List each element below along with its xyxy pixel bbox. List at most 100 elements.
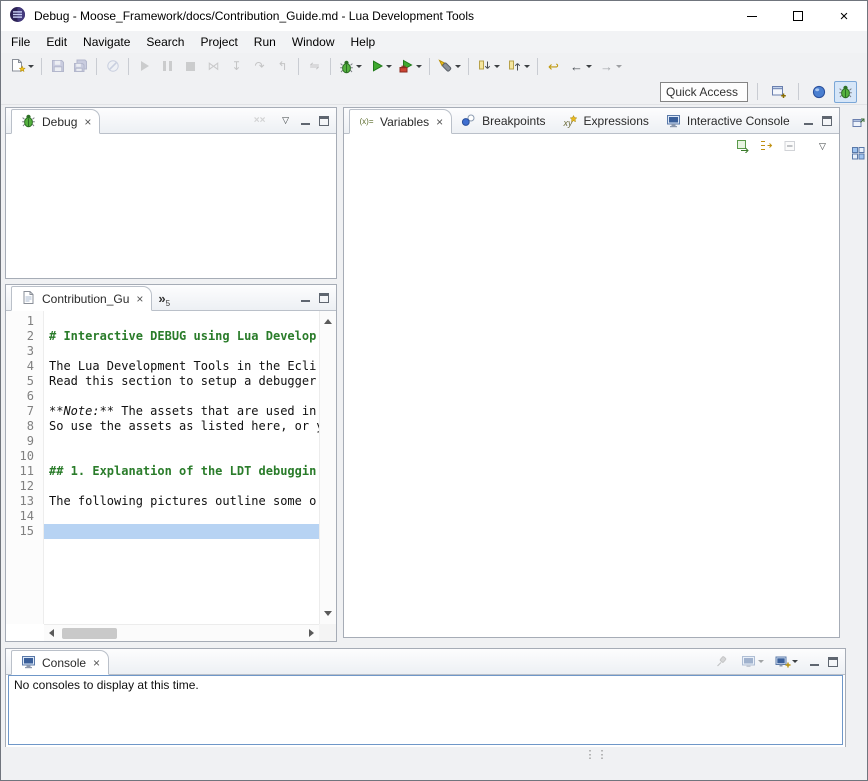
code-line: ## 1. Explanation of the LDT debuggin [49,464,319,479]
step-into-button[interactable]: ↧ [225,55,248,77]
step-over-button[interactable]: ↷ [248,55,271,77]
dropdown-arrow-icon[interactable] [416,65,422,68]
minimize-view-button[interactable] [300,293,311,303]
open-console-button[interactable] [771,651,801,673]
tab-debug[interactable]: Debug × [11,109,100,134]
scroll-up-icon[interactable] [324,319,332,324]
dropdown-arrow-icon[interactable] [386,65,392,68]
menu-help[interactable]: Help [343,32,384,52]
search-button[interactable] [434,55,464,77]
variables-view-content[interactable] [344,158,839,637]
step-return-button[interactable]: ↰ [271,55,294,77]
next-annotation-button[interactable] [473,55,503,77]
minimize-view-button[interactable] [809,657,820,667]
tab-breakpoints[interactable]: Breakpoints [452,108,553,133]
tab-expressions[interactable]: xyExpressions [554,108,657,133]
quick-access-label: Quick Access [666,85,738,99]
dropdown-arrow-icon[interactable] [792,660,798,663]
debug-perspective-button[interactable] [834,81,857,103]
menu-run[interactable]: Run [246,32,284,52]
menu-navigate[interactable]: Navigate [75,32,138,52]
view-grid-icon [850,145,867,161]
back-button[interactable]: ← [565,55,595,77]
scroll-right-icon[interactable] [309,629,314,637]
menu-edit[interactable]: Edit [38,32,75,52]
dropdown-arrow-icon[interactable] [356,65,362,68]
debug-view-menu-button[interactable]: ▽ [279,110,292,132]
dropdown-arrow-icon[interactable] [28,65,34,68]
restore-minimized-views-button[interactable] [847,111,868,133]
vertical-scrollbar[interactable] [319,311,336,624]
maximize-view-button[interactable] [319,116,329,126]
minimize-view-button[interactable] [300,116,311,126]
close-icon[interactable]: × [436,115,443,129]
menu-window[interactable]: Window [284,32,343,52]
editor-code-area[interactable]: # Interactive DEBUG using Lua DevelopThe… [44,311,319,624]
scrollbar-thumb[interactable] [62,628,117,639]
close-window-button[interactable]: × [821,1,867,31]
show-logical-structure-button[interactable] [755,135,778,157]
dropdown-arrow-icon[interactable] [758,660,764,663]
view-menu-button[interactable]: ▽ [811,135,834,157]
forward-icon: → [598,58,615,74]
run-button[interactable] [365,55,395,77]
code-line [49,509,319,524]
minimize-view-button[interactable] [803,116,814,126]
dropdown-arrow-icon[interactable] [616,65,622,68]
maximize-view-button[interactable] [319,293,329,303]
quick-access-input[interactable]: Quick Access [660,82,748,102]
dropdown-arrow-icon[interactable] [524,65,530,68]
close-icon[interactable]: × [93,656,100,670]
debug-view-actions: ×× ▽ [248,110,336,132]
tab-contribution-guide[interactable]: Contribution_Gu × [11,286,152,311]
close-icon[interactable]: × [136,292,143,306]
suspend-button[interactable] [156,55,179,77]
pin-console-button[interactable] [710,651,733,673]
minimized-view-button[interactable] [847,142,868,164]
scroll-down-icon[interactable] [324,611,332,616]
dropdown-arrow-icon[interactable] [455,65,461,68]
menu-bar: FileEditNavigateSearchProjectRunWindowHe… [1,31,867,53]
maximize-window-button[interactable] [775,1,821,31]
terminate-button[interactable] [179,55,202,77]
tab-variables[interactable]: (x)=Variables× [349,109,452,134]
line-number: 1 [6,314,43,329]
tab-overflow-chevron[interactable]: » 5 [154,291,174,310]
ldt-perspective-button[interactable] [807,81,830,103]
open-perspective-button[interactable] [767,81,790,103]
resume-button[interactable] [133,55,156,77]
use-step-filters-button[interactable]: ⇋ [303,55,326,77]
minimize-window-button[interactable] [729,1,775,31]
console-content[interactable]: No consoles to display at this time. [8,675,843,745]
maximize-view-button[interactable] [822,116,832,126]
display-selected-console-button[interactable] [737,651,767,673]
horizontal-scrollbar[interactable] [44,624,319,641]
tab-interactive-console[interactable]: Interactive Console [657,108,798,133]
new-button[interactable] [7,55,37,77]
show-type-names-button[interactable] [732,135,755,157]
forward-button[interactable]: → [595,55,625,77]
back-icon: ← [568,58,585,74]
line-number-ruler[interactable]: 123456789101112131415 [6,311,44,624]
menu-project[interactable]: Project [192,32,245,52]
menu-search[interactable]: Search [138,32,192,52]
remove-all-terminated-button[interactable]: ×× [248,110,271,132]
disconnect-button[interactable]: ⋈ [202,55,225,77]
save-all-button[interactable] [69,55,92,77]
dropdown-arrow-icon[interactable] [494,65,500,68]
tab-console[interactable]: Console × [11,650,109,675]
menu-file[interactable]: File [3,32,38,52]
debug-view-content[interactable] [6,134,336,278]
maximize-view-button[interactable] [828,657,838,667]
collapse-all-button[interactable] [778,135,801,157]
external-tools-button[interactable] [395,55,425,77]
save-button[interactable] [46,55,69,77]
last-edit-location-button[interactable]: ↩ [542,55,565,77]
skip-all-breakpoints-button[interactable] [101,55,124,77]
close-icon[interactable]: × [84,115,91,129]
scroll-left-icon[interactable] [49,629,54,637]
sash-handle[interactable]: ⋮⋮ [587,751,605,775]
previous-annotation-button[interactable] [503,55,533,77]
debug-button[interactable] [335,55,365,77]
dropdown-arrow-icon[interactable] [586,65,592,68]
